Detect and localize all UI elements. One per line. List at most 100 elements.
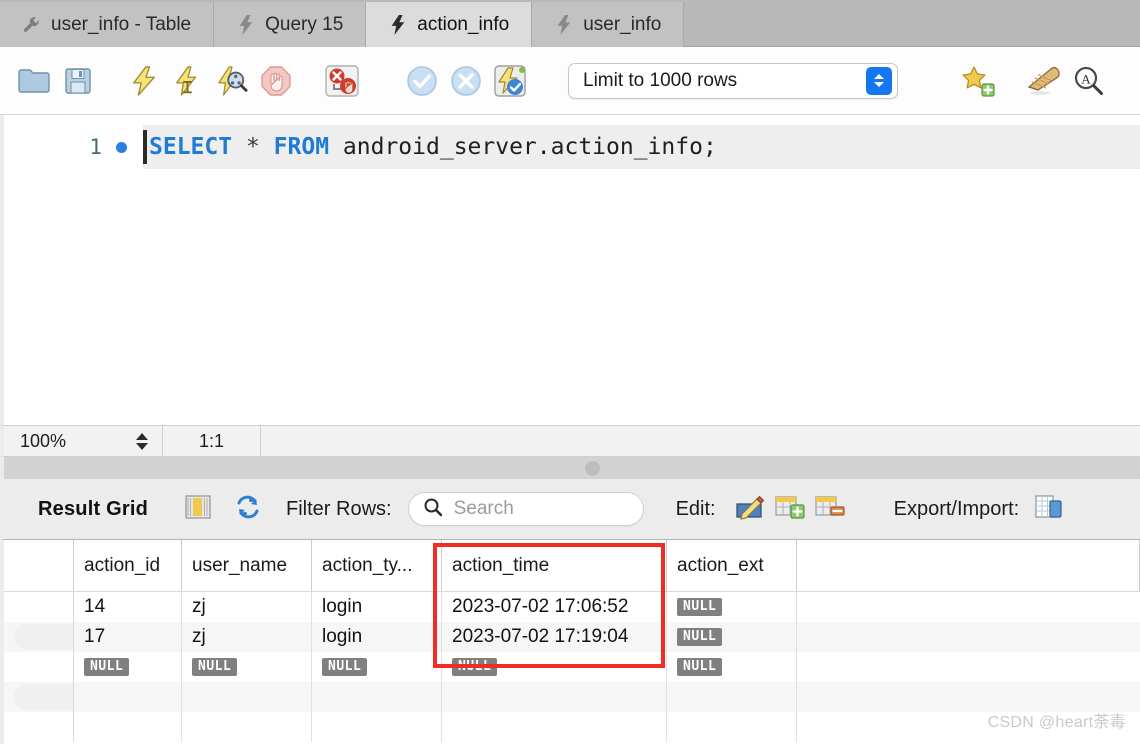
- cell-filler: [797, 592, 1140, 622]
- rollback-cross-icon: [450, 65, 482, 97]
- rollback-button[interactable]: [444, 59, 488, 103]
- floppy-save-icon: [64, 67, 92, 95]
- row-selector[interactable]: [4, 682, 74, 712]
- cell-action-ext[interactable]: NULL: [667, 622, 797, 652]
- cell-user-name[interactable]: [182, 682, 312, 712]
- cell-action-id[interactable]: [74, 682, 182, 712]
- editor-results-splitter[interactable]: [0, 457, 1140, 479]
- table-row[interactable]: [4, 712, 1140, 742]
- open-sql-file-button[interactable]: [12, 59, 56, 103]
- tab-action-info[interactable]: action_info: [366, 2, 533, 47]
- column-header-action-ext[interactable]: action_ext: [667, 540, 797, 591]
- row-limit-select[interactable]: Limit to 1000 rows: [568, 62, 898, 99]
- save-snippet-button[interactable]: [956, 59, 1000, 103]
- edit-row-button[interactable]: [730, 489, 770, 529]
- tab-label: user_info - Table: [51, 13, 192, 35]
- editor-tab-bar: user_info - Table Query 15 action_info u…: [0, 0, 1140, 47]
- column-header-action-time[interactable]: action_time: [442, 540, 667, 591]
- cell-action-id[interactable]: [74, 712, 182, 742]
- cell-action-type[interactable]: [312, 682, 442, 712]
- insert-row-button[interactable]: [770, 489, 810, 529]
- row-limit-stepper-icon[interactable]: [866, 66, 892, 95]
- lightning-bolt-icon: [130, 65, 158, 96]
- cell-action-time[interactable]: [442, 712, 667, 742]
- table-row[interactable]: NULL NULL NULL NULL NULL: [4, 652, 1140, 682]
- cell-user-name[interactable]: NULL: [182, 652, 312, 682]
- tab-label: action_info: [417, 13, 510, 35]
- table-row[interactable]: 14 zj login 2023-07-02 17:06:52 NULL: [4, 592, 1140, 622]
- row-selector[interactable]: [4, 712, 74, 742]
- row-selected-indicator: [14, 684, 73, 710]
- execute-current-statement-button[interactable]: [166, 59, 210, 103]
- cell-action-id[interactable]: 14: [74, 592, 182, 622]
- find-button[interactable]: A: [1066, 59, 1110, 103]
- zoom-stepper-icon[interactable]: [136, 432, 148, 450]
- status-bar-filler: [261, 426, 1140, 456]
- cell-filler: [797, 652, 1140, 682]
- row-selector[interactable]: [4, 622, 74, 652]
- search-input[interactable]: Search: [407, 492, 644, 526]
- refresh-results-button[interactable]: [228, 489, 268, 529]
- grid-view-toggle-button[interactable]: [178, 489, 218, 529]
- lightning-magnifier-icon: [216, 65, 248, 96]
- cell-action-id[interactable]: 17: [74, 622, 182, 652]
- cell-user-name[interactable]: zj: [182, 592, 312, 622]
- cell-user-name[interactable]: [182, 712, 312, 742]
- cell-user-name[interactable]: zj: [182, 622, 312, 652]
- cell-action-type[interactable]: [312, 712, 442, 742]
- beautify-query-button[interactable]: [1022, 59, 1066, 103]
- stop-execution-button[interactable]: [254, 59, 298, 103]
- execute-statement-button[interactable]: [122, 59, 166, 103]
- column-header-user-name[interactable]: user_name: [182, 540, 312, 591]
- tab-label: user_info: [583, 13, 662, 35]
- statement-marker-icon[interactable]: [116, 141, 127, 153]
- cell-action-time[interactable]: 2023-07-02 17:19:04: [442, 622, 667, 652]
- cell-action-ext[interactable]: NULL: [667, 592, 797, 622]
- cell-action-type[interactable]: NULL: [312, 652, 442, 682]
- search-placeholder: Search: [453, 498, 514, 519]
- splitter-grip-handle[interactable]: [584, 460, 600, 476]
- lightning-bolt-cursor-icon: [173, 65, 203, 96]
- zoom-control[interactable]: 100%: [4, 426, 163, 456]
- row-selector[interactable]: [4, 652, 74, 682]
- toggle-autocommit-button[interactable]: [488, 59, 532, 103]
- lightning-icon: [236, 14, 255, 35]
- cell-action-time[interactable]: 2023-07-02 17:06:52: [442, 592, 667, 622]
- tab-query-15[interactable]: Query 15: [214, 2, 367, 47]
- sql-keyword-from: FROM: [273, 134, 330, 160]
- delete-row-icon: [815, 494, 845, 525]
- table-row[interactable]: 17 zj login 2023-07-02 17:19:04 NULL: [4, 622, 1140, 652]
- grid-header-corner: [4, 540, 74, 591]
- delete-row-button[interactable]: [810, 489, 850, 529]
- cell-action-time[interactable]: NULL: [442, 652, 667, 682]
- sql-editor-current-line[interactable]: 1 SELECT * FROM android_server.action_in…: [4, 125, 1140, 169]
- column-header-action-id[interactable]: action_id: [74, 540, 182, 591]
- cell-action-type[interactable]: login: [312, 592, 442, 622]
- export-recordset-icon: [1035, 494, 1063, 525]
- sql-statement-text[interactable]: SELECT * FROM android_server.action_info…: [147, 134, 717, 160]
- sql-editor-area[interactable]: 1 SELECT * FROM android_server.action_in…: [0, 115, 1140, 425]
- tab-user-info-table[interactable]: user_info - Table: [0, 2, 215, 47]
- toggle-stop-on-error-button[interactable]: [320, 59, 364, 103]
- tab-user-info[interactable]: user_info: [532, 2, 685, 47]
- table-row[interactable]: [4, 682, 1140, 712]
- cell-action-ext[interactable]: [667, 682, 797, 712]
- commit-button[interactable]: [400, 59, 444, 103]
- star-plus-icon: [961, 65, 995, 97]
- null-badge: NULL: [677, 658, 723, 676]
- cell-action-ext[interactable]: NULL: [667, 652, 797, 682]
- explain-statement-button[interactable]: [210, 59, 254, 103]
- column-header-action-type[interactable]: action_ty...: [312, 540, 442, 591]
- row-selector[interactable]: [4, 592, 74, 622]
- result-grid-title: Result Grid: [38, 497, 148, 520]
- save-sql-file-button[interactable]: [56, 59, 100, 103]
- cell-action-time[interactable]: [442, 682, 667, 712]
- cell-action-id[interactable]: NULL: [74, 652, 182, 682]
- result-grid[interactable]: action_id user_name action_ty... action_…: [0, 539, 1140, 744]
- cell-action-ext[interactable]: [667, 712, 797, 742]
- edit-row-icon: [735, 494, 765, 525]
- cell-action-type[interactable]: login: [312, 622, 442, 652]
- sql-keyword-select: SELECT: [149, 134, 233, 160]
- insert-row-icon: [775, 494, 805, 525]
- export-recordset-button[interactable]: [1029, 489, 1069, 529]
